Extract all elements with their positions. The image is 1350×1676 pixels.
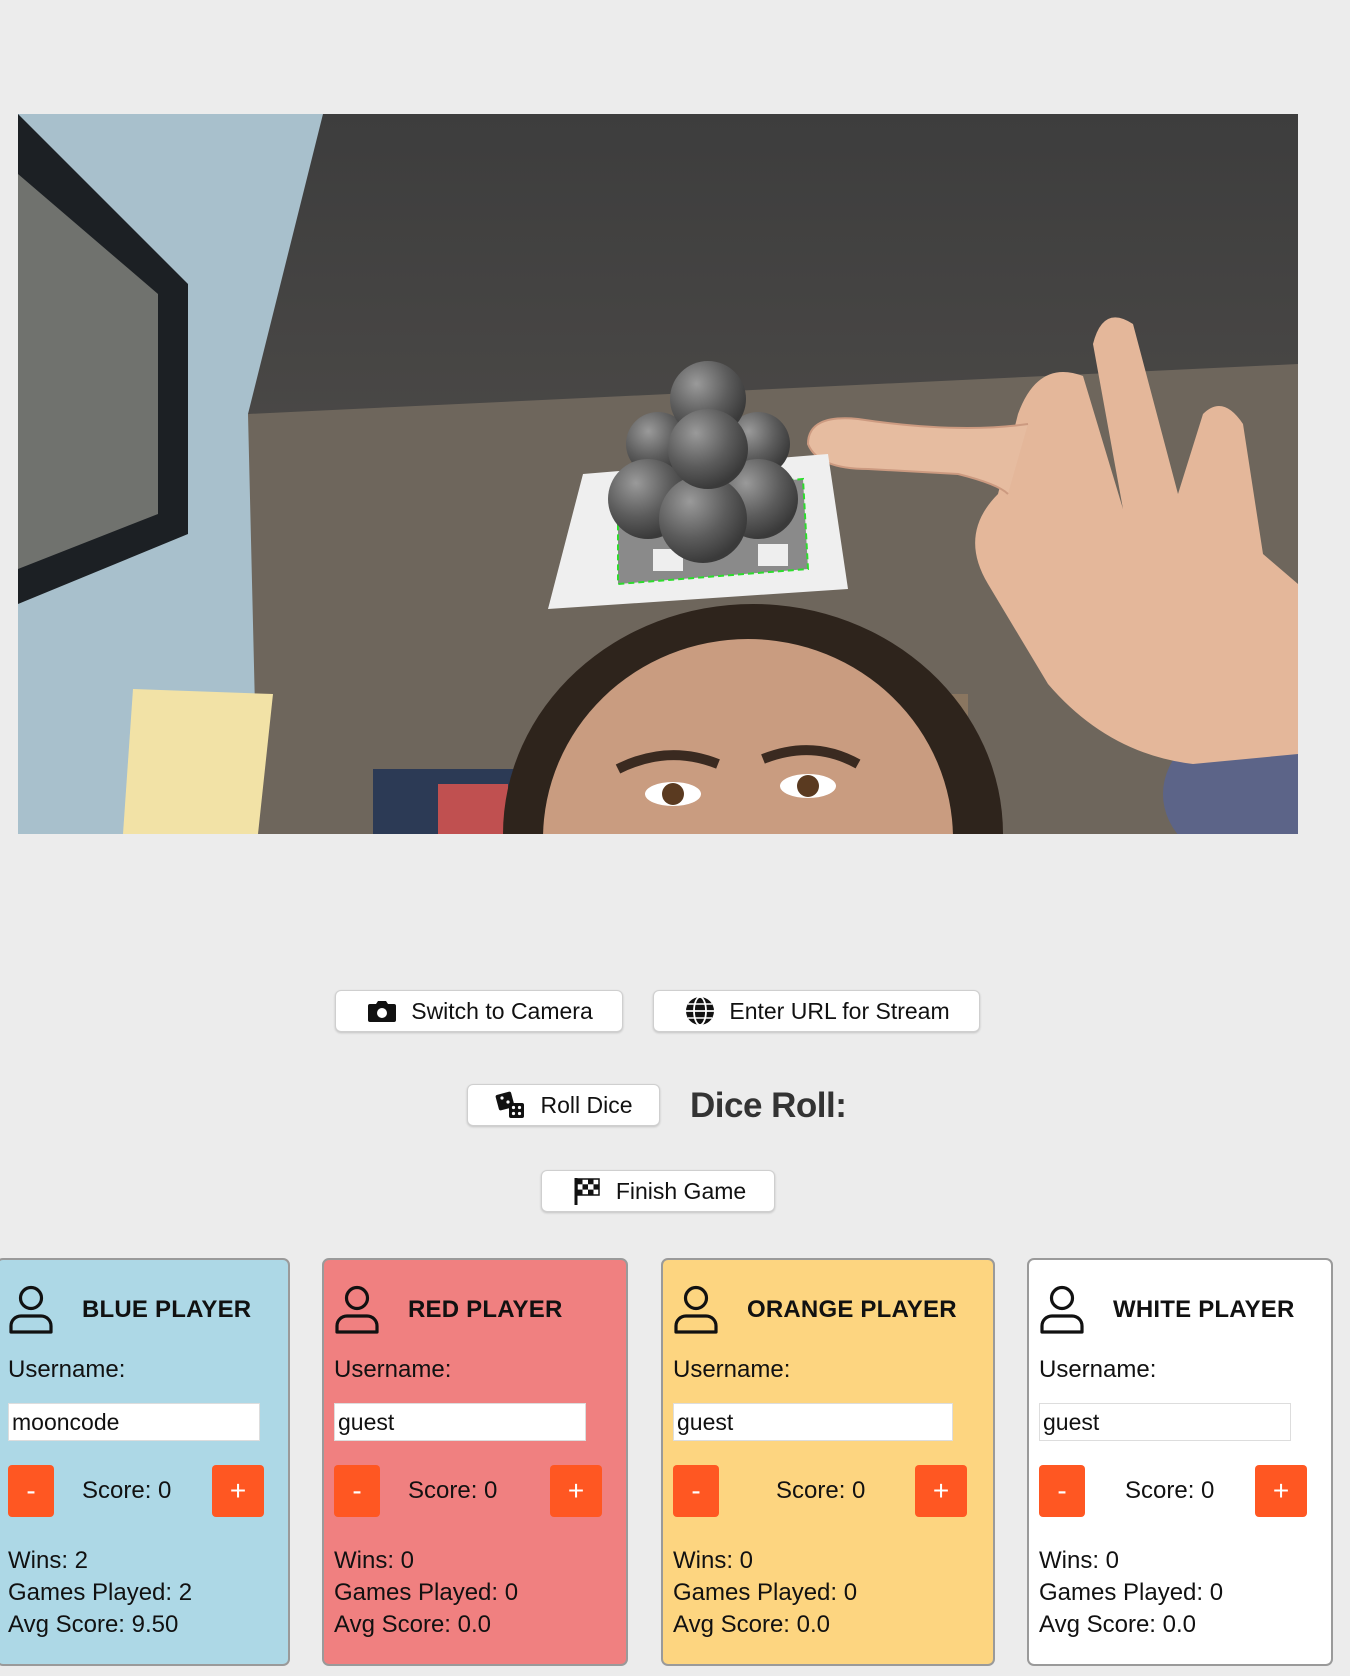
score-decrement-button[interactable]: - [8, 1465, 54, 1517]
player-card-header: RED PLAYER [334, 1284, 562, 1336]
score-increment-button[interactable]: + [915, 1465, 967, 1517]
score-decrement-button[interactable]: - [1039, 1465, 1085, 1517]
score-increment-button[interactable]: + [212, 1465, 264, 1517]
player-card-white: WHITE PLAYER Username: - Score: 0 + Wins… [1027, 1258, 1333, 1666]
enter-url-label: Enter URL for Stream [729, 997, 950, 1024]
switch-to-camera-label: Switch to Camera [411, 997, 593, 1024]
wins-stat: Wins: 0 [1039, 1547, 1120, 1574]
player-stats: Wins: 0 Games Played: 0 Avg Score: 0.0 [1039, 1545, 1223, 1641]
score-value: Score: 0 [776, 1477, 866, 1504]
user-icon [674, 1285, 718, 1334]
username-label: Username: [1039, 1356, 1157, 1383]
switch-to-camera-button[interactable]: Switch to Camera [335, 990, 623, 1032]
player-card-blue: BLUE PLAYER Username: - Score: 0 + Wins:… [0, 1258, 290, 1666]
user-icon [1040, 1285, 1084, 1334]
avg-score-stat: Avg Score: 9.50 [8, 1611, 179, 1638]
player-card-orange: ORANGE PLAYER Username: - Score: 0 + Win… [661, 1258, 995, 1666]
player-title: ORANGE PLAYER [747, 1296, 957, 1323]
score-value: Score: 0 [1125, 1477, 1215, 1504]
player-title: WHITE PLAYER [1113, 1296, 1295, 1323]
checkered-flag-icon [570, 1174, 604, 1208]
player-card-header: WHITE PLAYER [1039, 1284, 1295, 1336]
wins-stat: Wins: 0 [334, 1547, 415, 1574]
score-decrement-button[interactable]: - [673, 1465, 719, 1517]
username-input[interactable] [334, 1403, 586, 1441]
player-title: RED PLAYER [408, 1296, 563, 1323]
player-title: BLUE PLAYER [82, 1296, 252, 1323]
finish-game-button[interactable]: Finish Game [541, 1170, 775, 1212]
username-label: Username: [8, 1356, 126, 1383]
games-played-stat: Games Played: 0 [673, 1579, 858, 1606]
username-input[interactable] [8, 1403, 260, 1441]
username-input[interactable] [673, 1403, 953, 1441]
score-increment-button[interactable]: + [1255, 1465, 1307, 1517]
username-label: Username: [334, 1356, 452, 1383]
wins-stat: Wins: 0 [673, 1547, 754, 1574]
user-icon [9, 1285, 53, 1334]
enter-url-button[interactable]: Enter URL for Stream [653, 990, 980, 1032]
wins-stat: Wins: 2 [8, 1547, 89, 1574]
avg-score-stat: Avg Score: 0.0 [1039, 1611, 1196, 1638]
player-card-header: BLUE PLAYER [8, 1284, 251, 1336]
games-played-stat: Games Played: 0 [1039, 1579, 1224, 1606]
player-card-header: ORANGE PLAYER [673, 1284, 957, 1336]
player-card-red: RED PLAYER Username: - Score: 0 + Wins: … [322, 1258, 628, 1666]
globe-icon [683, 994, 717, 1028]
score-value: Score: 0 [408, 1477, 498, 1504]
avg-score-stat: Avg Score: 0.0 [673, 1611, 830, 1638]
finish-game-label: Finish Game [615, 1177, 747, 1204]
user-icon [335, 1285, 379, 1334]
username-input[interactable] [1039, 1403, 1291, 1441]
dice-roll-result: Dice Roll: [690, 1086, 847, 1125]
camera-icon [365, 994, 399, 1028]
score-value: Score: 0 [82, 1477, 172, 1504]
player-stats: Wins: 0 Games Played: 0 Avg Score: 0.0 [334, 1545, 518, 1641]
camera-frame-image [18, 114, 1298, 834]
dice-icon [494, 1088, 528, 1122]
player-stats: Wins: 0 Games Played: 0 Avg Score: 0.0 [673, 1545, 857, 1641]
score-increment-button[interactable]: + [550, 1465, 602, 1517]
page: Switch to Camera Enter URL for Stream Ro… [0, 0, 1350, 1676]
roll-dice-label: Roll Dice [540, 1091, 633, 1118]
avg-score-stat: Avg Score: 0.0 [334, 1611, 491, 1638]
games-played-stat: Games Played: 0 [334, 1579, 519, 1606]
roll-dice-button[interactable]: Roll Dice [467, 1084, 660, 1126]
score-decrement-button[interactable]: - [334, 1465, 380, 1517]
games-played-stat: Games Played: 2 [8, 1579, 193, 1606]
username-label: Username: [673, 1356, 791, 1383]
player-stats: Wins: 2 Games Played: 2 Avg Score: 9.50 [8, 1545, 192, 1641]
video-feed [18, 114, 1298, 834]
